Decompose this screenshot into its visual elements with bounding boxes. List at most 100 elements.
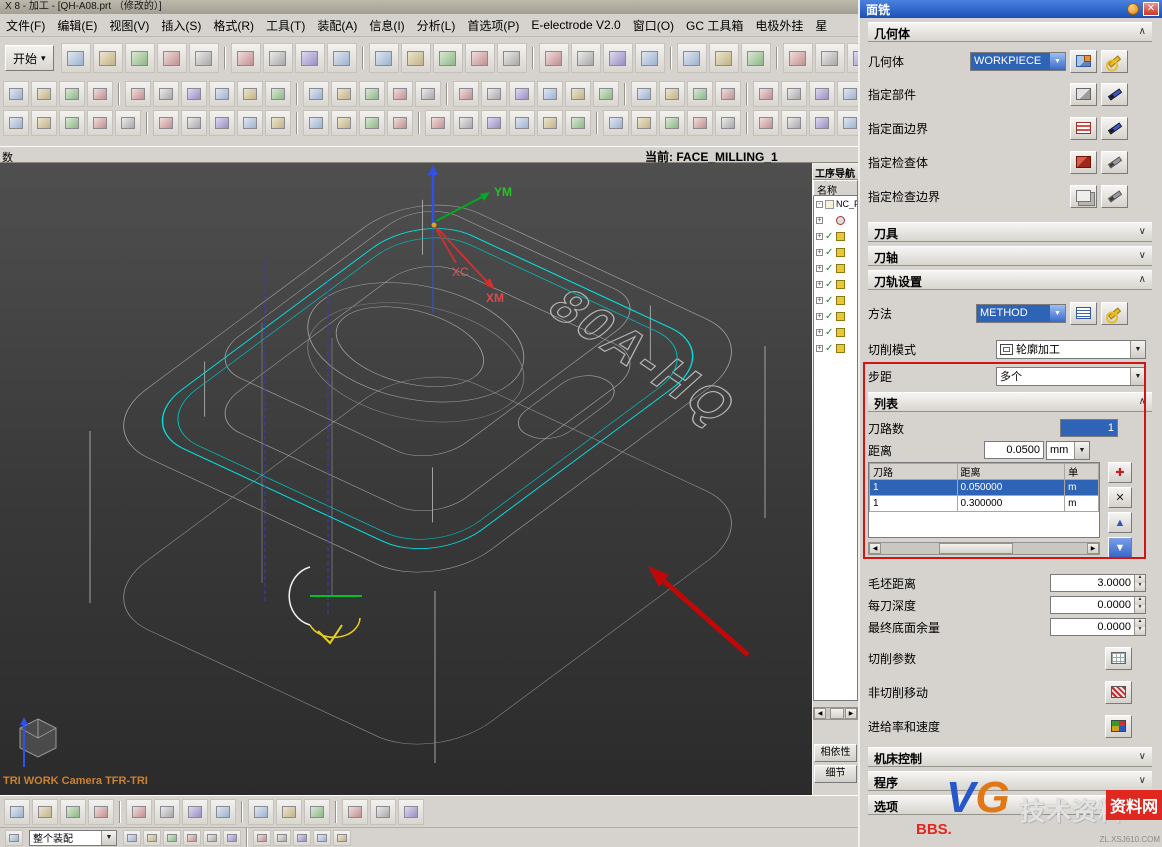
selection-filter-icon[interactable]: [5, 830, 23, 846]
toolbar-icon[interactable]: [153, 110, 179, 136]
cut-pattern-combo[interactable]: 轮廓加工 ▼: [996, 340, 1146, 359]
toolbar-icon[interactable]: [603, 43, 633, 73]
toolbar-icon[interactable]: [781, 81, 807, 107]
tree-expander-icon[interactable]: +: [816, 329, 823, 336]
toolbar-icon[interactable]: [715, 81, 741, 107]
toolbar-icon[interactable]: [539, 43, 569, 73]
dependencies-panel-bar[interactable]: 相依性: [814, 744, 857, 762]
navigator-tree-row[interactable]: +✓: [814, 308, 857, 324]
navigator-column-header[interactable]: 名称: [813, 180, 858, 196]
menu-item[interactable]: 文件(F): [0, 15, 51, 36]
cutting-params-button[interactable]: [1105, 647, 1132, 670]
toolbar-icon[interactable]: [3, 81, 29, 107]
toolbar-icon[interactable]: [181, 81, 207, 107]
menu-item[interactable]: 装配(A): [311, 15, 363, 36]
toolbar-icon[interactable]: [4, 799, 30, 825]
delete-row-button[interactable]: ✕: [1108, 487, 1132, 508]
toolbar-icon[interactable]: [293, 830, 311, 846]
non-cutting-moves-button[interactable]: [1105, 681, 1132, 704]
toolbar-icon[interactable]: [425, 110, 451, 136]
move-down-button[interactable]: ▼: [1108, 537, 1132, 558]
toolbar-icon[interactable]: [415, 81, 441, 107]
dropdown-icon[interactable]: ▼: [1050, 305, 1065, 322]
tree-expander-icon[interactable]: +: [816, 281, 823, 288]
toolbar-icon[interactable]: [837, 110, 858, 136]
toolbar-icon[interactable]: [126, 799, 152, 825]
table-row[interactable]: 1 0.050000 m: [870, 480, 1099, 496]
toolbar-icon[interactable]: [631, 110, 657, 136]
navigator-tree-row[interactable]: +✓: [814, 228, 857, 244]
toolbar-icon[interactable]: [125, 43, 155, 73]
toolbar-icon[interactable]: [753, 81, 779, 107]
tree-expander-icon[interactable]: -: [816, 201, 823, 208]
close-icon[interactable]: ✕: [1143, 2, 1159, 16]
toolbar-icon[interactable]: [93, 43, 123, 73]
toolbar-icon[interactable]: [837, 81, 858, 107]
chevron-down-icon[interactable]: ∨: [1139, 799, 1146, 810]
navigator-tree-row[interactable]: +✓: [814, 340, 857, 356]
chevron-up-icon[interactable]: ∧: [1139, 274, 1146, 285]
section-header-machine-control[interactable]: 机床控制 ∨: [868, 747, 1152, 767]
toolbar-icon[interactable]: [565, 110, 591, 136]
dialog-title-bar[interactable]: 面铣 ✕: [860, 0, 1162, 18]
scroll-thumb[interactable]: [939, 543, 1013, 554]
menu-item[interactable]: 视图(V): [103, 15, 155, 36]
chevron-up-icon[interactable]: ∧: [1139, 26, 1146, 37]
toolbar-icon[interactable]: [61, 43, 91, 73]
stepover-combo[interactable]: 多个 ▼: [996, 367, 1146, 386]
navigator-tree-row[interactable]: +: [814, 212, 857, 228]
toolbar-icon[interactable]: [189, 43, 219, 73]
toolbar-icon[interactable]: [370, 799, 396, 825]
edit-method-button[interactable]: [1070, 302, 1097, 325]
menu-item[interactable]: 信息(I): [363, 15, 410, 36]
menu-item[interactable]: 窗口(O): [627, 15, 680, 36]
toolbar-icon[interactable]: [687, 110, 713, 136]
toolbar-icon[interactable]: [303, 110, 329, 136]
toolbar-icon[interactable]: [265, 81, 291, 107]
scroll-left-icon[interactable]: ◀: [869, 543, 881, 554]
toolbar-icon[interactable]: [295, 43, 325, 73]
distance-field[interactable]: 0.0500: [984, 441, 1044, 459]
display-part-button[interactable]: [1101, 83, 1128, 106]
selection-scope-combo[interactable]: 整个装配 ▼: [29, 830, 117, 846]
menu-item[interactable]: 星: [809, 15, 833, 36]
toolbar-icon[interactable]: [31, 81, 57, 107]
table-row[interactable]: 1 0.300000 m: [870, 496, 1099, 512]
toolbar-icon[interactable]: [253, 830, 271, 846]
toolbar-icon[interactable]: [183, 830, 201, 846]
toolbar-icon[interactable]: [847, 43, 858, 73]
distance-unit-combo[interactable]: mm ▼: [1046, 441, 1090, 460]
toolbar-icon[interactable]: [237, 110, 263, 136]
stepover-table[interactable]: 刀路 距离 单 1 0.050000 m 1 0.300000 m: [868, 462, 1100, 538]
scroll-thumb[interactable]: [830, 708, 844, 719]
spinner[interactable]: ▲▼: [1134, 619, 1145, 635]
menu-item[interactable]: E-electrode V2.0: [525, 16, 626, 34]
move-up-button[interactable]: ▲: [1108, 512, 1132, 533]
toolbar-icon[interactable]: [537, 81, 563, 107]
toolbar-icon[interactable]: [157, 43, 187, 73]
menu-item[interactable]: 电极外挂: [749, 15, 809, 36]
toolbar-icon[interactable]: [87, 81, 113, 107]
toolbar-icon[interactable]: [223, 830, 241, 846]
select-check-body-button[interactable]: [1070, 151, 1097, 174]
select-check-boundary-button[interactable]: [1070, 185, 1097, 208]
toolbar-icon[interactable]: [635, 43, 665, 73]
toolbar-icon[interactable]: [401, 43, 431, 73]
scroll-right-icon[interactable]: ▶: [845, 708, 857, 719]
section-header-tool-axis[interactable]: 刀轴 ∨: [868, 246, 1152, 266]
spinner[interactable]: ▲▼: [1134, 597, 1145, 613]
toolbar-icon[interactable]: [31, 110, 57, 136]
chevron-down-icon[interactable]: ∨: [1139, 226, 1146, 237]
menu-item[interactable]: 分析(L): [411, 15, 462, 36]
toolbar-icon[interactable]: [248, 799, 274, 825]
toolbar-icon[interactable]: [88, 799, 114, 825]
toolbar-icon[interactable]: [303, 81, 329, 107]
section-header-list[interactable]: 列表 ∧: [868, 392, 1152, 412]
toolbar-icon[interactable]: [453, 81, 479, 107]
toolbar-icon[interactable]: [631, 81, 657, 107]
toolbar-icon[interactable]: [182, 799, 208, 825]
toolbar-icon[interactable]: [265, 110, 291, 136]
toolbar-icon[interactable]: [203, 830, 221, 846]
navigator-tree-row[interactable]: +✓: [814, 324, 857, 340]
menu-item[interactable]: 插入(S): [155, 15, 207, 36]
